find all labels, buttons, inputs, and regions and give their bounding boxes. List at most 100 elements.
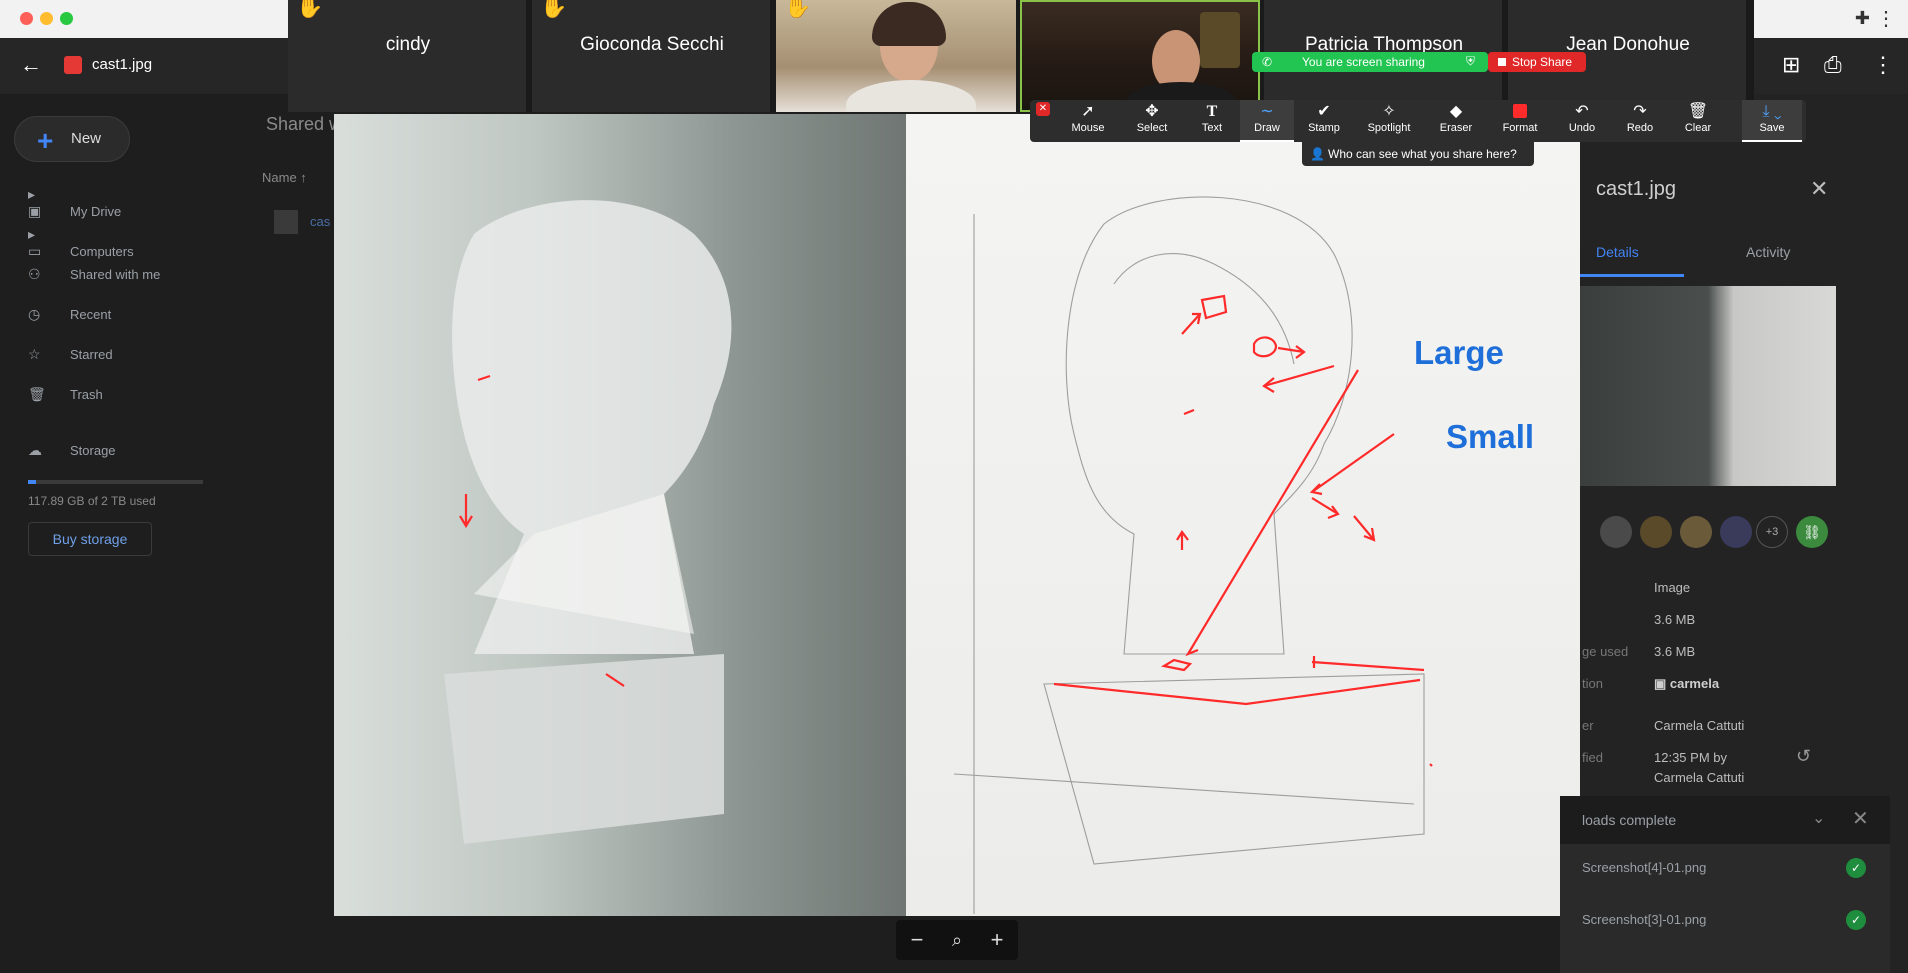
tab-details[interactable]: Details (1596, 244, 1639, 260)
zoom-reset-icon[interactable]: ⌕ (942, 926, 972, 954)
participant-tile-cindy[interactable]: ✋ cindy (288, 0, 528, 112)
close-annotation-icon[interactable]: ✕ (1036, 102, 1050, 116)
detail-row-location[interactable]: tion ▣ carmela (1582, 676, 1719, 691)
tool-draw[interactable]: ∼ Draw (1240, 100, 1294, 142)
detail-row-type: Image (1654, 580, 1691, 595)
screen-sharing-indicator[interactable]: ✆ You are screen sharing ⛨ (1252, 52, 1488, 72)
close-icon[interactable]: ✕ (1852, 806, 1869, 831)
cursor-icon: ➚ (1081, 103, 1095, 120)
tool-undo[interactable]: ↶ Undo (1554, 100, 1610, 142)
tool-redo[interactable]: ↷ Redo (1612, 100, 1668, 142)
annotation-toolbar: ➚ Mouse ✥ Select T Text ∼ Draw ✔ Stamp ✧ Spotl… (1030, 100, 1806, 142)
draw-icon: ∼ (1260, 103, 1274, 120)
downloads-panel: loads complete ⌄ ✕ Screenshot[4]-01.png … (1560, 796, 1890, 973)
avatar[interactable] (1720, 516, 1752, 548)
sidebar-item-my-drive[interactable]: ▸ ▣ My Drive (28, 186, 121, 219)
stop-share-button[interactable]: Stop Share (1488, 52, 1586, 72)
puzzle-icon[interactable]: ✚ (1855, 8, 1870, 29)
sidebar-item-shared[interactable]: ⚇ Shared with me (28, 266, 160, 290)
eraser-icon: ◆ (1449, 103, 1463, 120)
phone-icon: ✆ (1262, 55, 1273, 69)
trash-icon: 🗑 (1687, 103, 1709, 120)
text-icon: T (1206, 103, 1218, 120)
maximize-window-button[interactable] (60, 12, 73, 25)
image-preview[interactable] (334, 114, 1580, 916)
undo-icon: ↶ (1575, 103, 1589, 120)
trash-icon: 🗑 (28, 386, 46, 402)
zoom-out-button[interactable]: − (902, 926, 932, 954)
avatar[interactable] (1640, 516, 1672, 548)
plus-icon: + (37, 125, 54, 156)
participant-tile-gioconda[interactable]: ✋ Gioconda Secchi (532, 0, 772, 112)
add-comment-icon[interactable]: ⊞ (1782, 52, 1800, 78)
detail-row-modified: fied 12:35 PM by (1582, 750, 1727, 765)
participant-video-active[interactable] (1020, 0, 1260, 112)
download-item[interactable]: Screenshot[4]-01.png (1582, 860, 1706, 875)
download-item[interactable]: Screenshot[3]-01.png (1582, 912, 1706, 927)
avatar[interactable] (1680, 516, 1712, 548)
tool-mouse[interactable]: ➚ Mouse (1058, 100, 1118, 142)
tool-clear[interactable]: 🗑 Clear (1670, 100, 1726, 142)
sidebar-item-trash[interactable]: 🗑 Trash (28, 386, 103, 410)
raised-hand-icon: ✋ (784, 0, 812, 19)
check-circle-icon: ✓ (1846, 910, 1866, 930)
tool-text[interactable]: T Text (1186, 100, 1238, 142)
details-thumbnail (1580, 286, 1836, 486)
new-button[interactable]: + New (14, 116, 130, 162)
tool-stamp[interactable]: ✔ Stamp (1296, 100, 1352, 142)
new-button-label: New (71, 130, 102, 147)
drive-sidebar: + New ▸ ▣ My Drive ▸ ▭ Computers ⚇ Shared w… (0, 94, 250, 973)
arrow-back-icon[interactable]: ← (20, 52, 42, 78)
raised-hand-icon: ✋ (296, 0, 324, 19)
tool-spotlight[interactable]: ✧ Spotlight (1356, 100, 1422, 142)
avatar[interactable] (1600, 516, 1632, 548)
sidebar-item-computers[interactable]: ▸ ▭ Computers (28, 226, 134, 259)
check-icon: ✔ (1317, 103, 1331, 120)
sidebar-item-starred[interactable]: ☆ Starred (28, 346, 113, 370)
annotation-large-label: Large (1414, 334, 1504, 371)
storage-bar (28, 480, 203, 484)
redo-icon: ↷ (1633, 103, 1647, 120)
chevron-down-icon[interactable]: ⌄ (1812, 808, 1825, 828)
drive-icon: ▸ ▣ (28, 186, 42, 219)
close-window-button[interactable] (20, 12, 33, 25)
spotlight-icon: ✧ (1382, 103, 1396, 120)
detail-row-storage-used: ge used 3.6 MB (1582, 644, 1696, 659)
more-avatars-count[interactable]: +3 (1756, 516, 1788, 548)
shield-icon: ⛨ (1466, 54, 1476, 68)
image-file-icon (64, 56, 82, 74)
person-icon: 👤 (1310, 147, 1325, 161)
sidebar-item-recent[interactable]: ◷ Recent (28, 306, 111, 330)
detail-row-owner: er Carmela Cattuti (1582, 718, 1745, 733)
tool-save[interactable]: ⤓ ⌄ Save (1742, 100, 1802, 142)
tab-activity[interactable]: Activity (1746, 244, 1790, 260)
participant-video[interactable]: ✋ (776, 0, 1016, 112)
downloads-title: loads complete (1582, 812, 1677, 828)
detail-row-size: 3.6 MB (1654, 612, 1696, 627)
link-icon[interactable]: ⛓ (1796, 516, 1828, 548)
close-icon[interactable]: ✕ (1810, 176, 1828, 202)
buy-storage-button[interactable]: Buy storage (28, 522, 152, 556)
more-vert-icon[interactable]: ⋮ (1872, 52, 1894, 78)
format-icon (1490, 100, 1550, 122)
column-header-name[interactable]: Name ↑ (262, 170, 307, 185)
print-icon[interactable]: ⎙ (1824, 52, 1842, 78)
tool-select[interactable]: ✥ Select (1122, 100, 1182, 142)
check-circle-icon: ✓ (1846, 858, 1866, 878)
tool-format[interactable]: Format (1490, 100, 1550, 142)
browser-menu-icon[interactable]: ⋮ (1876, 6, 1896, 31)
zoom-in-button[interactable]: + (982, 926, 1012, 954)
computer-icon: ▸ ▭ (28, 226, 42, 259)
move-icon: ✥ (1145, 103, 1159, 120)
file-row-name[interactable]: cas (310, 214, 330, 229)
history-icon[interactable]: ↺ (1796, 746, 1811, 767)
annotation-layer (444, 196, 1433, 914)
tool-eraser[interactable]: ◆ Eraser (1426, 100, 1486, 142)
cloud-icon: ☁ (28, 442, 42, 458)
sidebar-item-storage[interactable]: ☁ Storage (28, 442, 116, 466)
raised-hand-icon: ✋ (540, 0, 568, 19)
people-icon: ⚇ (28, 266, 41, 282)
clock-icon: ◷ (28, 306, 41, 322)
who-can-see-button[interactable]: 👤 Who can see what you share here? (1302, 142, 1534, 166)
minimize-window-button[interactable] (40, 12, 53, 25)
